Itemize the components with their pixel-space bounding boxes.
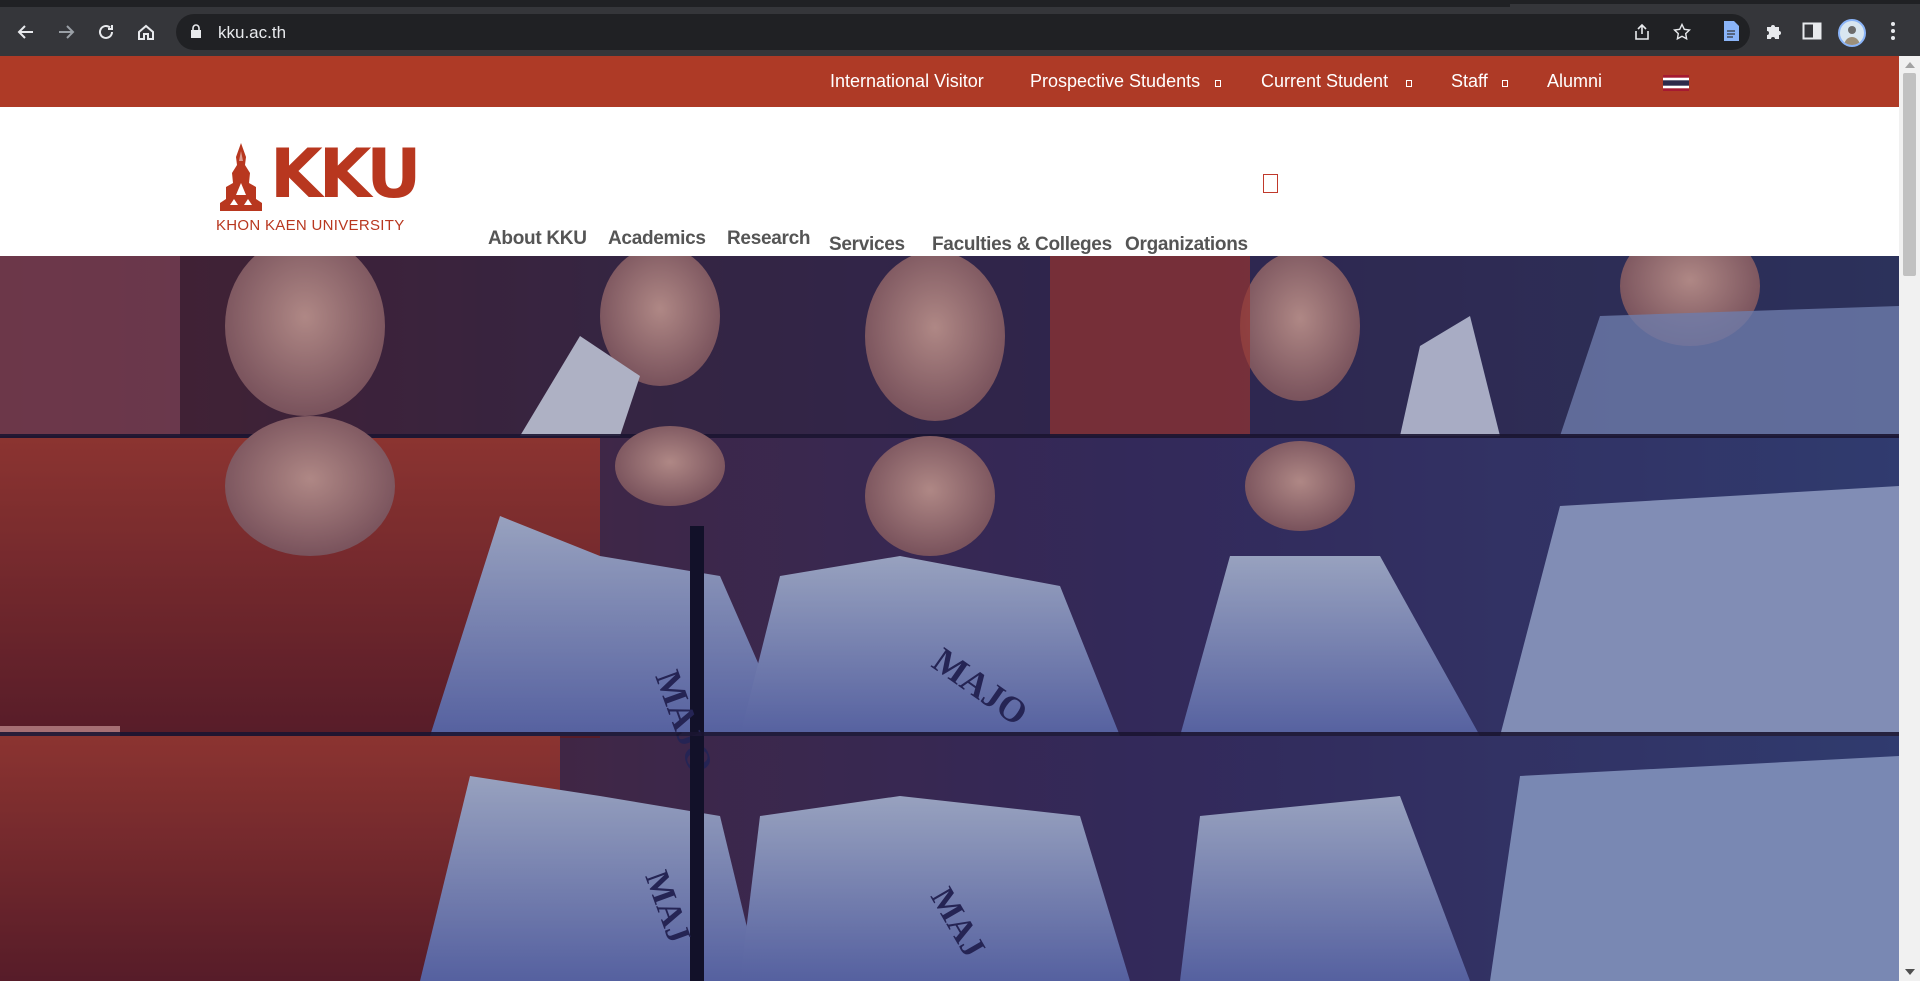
topbar-link-alumni[interactable]: Alumni [1547,71,1602,92]
logo-subtitle: KHON KAEN UNIVERSITY [216,217,405,234]
dropdown-indicator-icon[interactable] [1406,80,1412,87]
topbar-link-international-visitor[interactable]: International Visitor [830,71,984,92]
hero-dim-overlay [0,256,1899,981]
nav-organizations[interactable]: Organizations [1125,234,1248,256]
hero-video-banner[interactable]: MAJO MAJO MAJ MAJ [0,256,1899,981]
dropdown-indicator-icon[interactable] [1502,80,1508,87]
url-text[interactable]: kku.ac.th [218,23,286,43]
site-header: KKU KHON KAEN UNIVERSITY About KKU Acade… [0,107,1899,256]
page-viewport: International Visitor Prospective Studen… [0,56,1920,981]
dropdown-indicator-icon[interactable] [1215,80,1221,87]
browser-toolbar: kku.ac.th [0,0,1920,56]
topbar-link-staff[interactable]: Staff [1451,71,1488,92]
profile-avatar[interactable] [1838,19,1866,47]
nav-about-kku[interactable]: About KKU [488,228,587,250]
more-vert-icon[interactable] [1880,18,1906,44]
scrollbar-thumb[interactable] [1903,73,1916,276]
temple-emblem-icon [220,143,262,211]
vertical-scrollbar[interactable] [1899,56,1920,981]
nav-academics[interactable]: Academics [608,228,706,250]
forward-arrow-icon[interactable] [50,16,82,48]
scroll-down-icon[interactable] [1905,969,1915,975]
kku-logo[interactable]: KKU KHON KAEN UNIVERSITY [216,139,421,235]
star-icon[interactable] [1672,22,1692,43]
lock-icon[interactable] [190,24,202,38]
reload-icon[interactable] [90,16,122,48]
scroll-up-icon[interactable] [1905,62,1915,68]
tab-strip [0,4,1510,7]
logo-wordmark: KKU [270,135,421,214]
thai-flag-icon[interactable] [1663,75,1689,91]
nav-services[interactable]: Services [829,234,905,256]
search-toggle-icon[interactable] [1263,174,1278,193]
topbar-link-prospective-students[interactable]: Prospective Students [1030,71,1200,92]
nav-research[interactable]: Research [727,228,810,250]
nav-faculties-colleges[interactable]: Faculties & Colleges [932,234,1112,256]
home-icon[interactable] [130,16,162,48]
back-arrow-icon[interactable] [10,16,42,48]
topbar-link-current-student[interactable]: Current Student [1261,71,1388,92]
puzzle-icon[interactable] [1760,18,1786,44]
utility-nav-bar: International Visitor Prospective Studen… [0,56,1899,107]
side-panel-icon[interactable] [1799,18,1825,44]
address-bar[interactable]: kku.ac.th [176,14,1750,50]
document-icon[interactable] [1718,18,1744,44]
share-icon[interactable] [1632,23,1652,43]
